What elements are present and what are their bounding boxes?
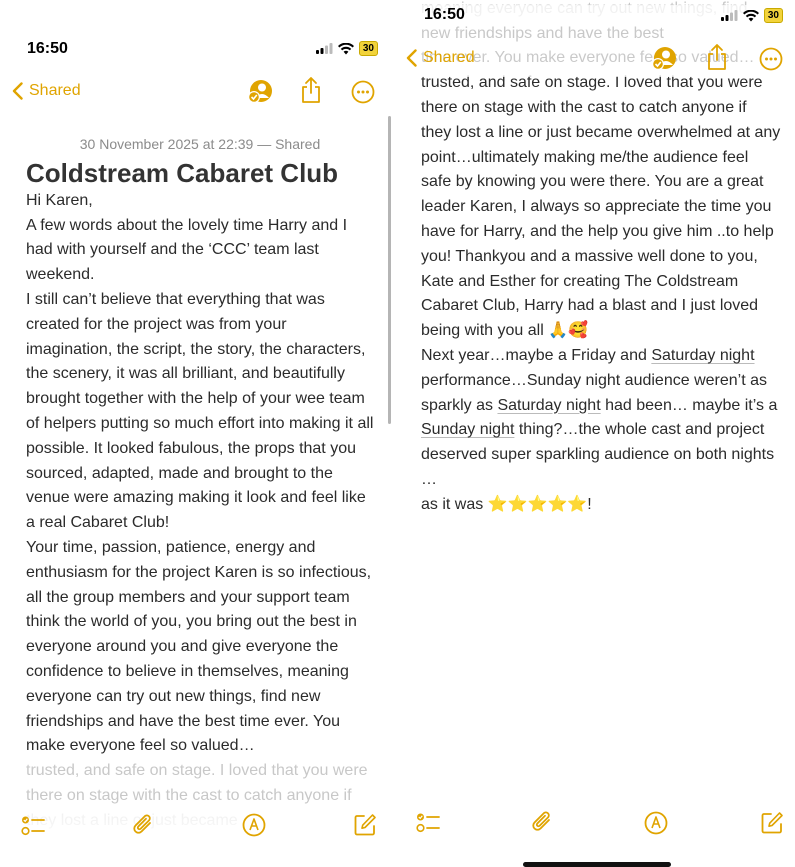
more-icon[interactable]: [759, 47, 783, 71]
note-body[interactable]: 30 November 2025 at 22:39 — Shared Colds…: [26, 132, 374, 834]
pen-markup-icon[interactable]: [242, 813, 266, 837]
status-bar: 16:50 30: [397, 5, 795, 25]
bottom-toolbar: [0, 808, 392, 848]
status-time: 16:50: [27, 40, 68, 57]
note-paragraph-1: A few words about the lovely time Harry …: [26, 216, 348, 284]
paperclip-icon[interactable]: [530, 809, 554, 835]
chevron-left-icon: [12, 82, 23, 100]
status-time: 16:50: [424, 6, 465, 23]
note-meta: 30 November 2025 at 22:39 — Shared: [79, 136, 321, 152]
scrollbar[interactable]: [388, 116, 391, 424]
date-link-sunday[interactable]: Sunday night: [421, 421, 514, 438]
chevron-left-icon: [406, 49, 417, 67]
checklist-icon[interactable]: [21, 814, 45, 838]
home-indicator[interactable]: [523, 862, 671, 867]
note-screen-left: 16:50 30 Shared 30 November 2025 at 22:3…: [0, 0, 392, 867]
wifi-icon: [337, 42, 354, 54]
note-greeting: Hi Karen,: [26, 191, 93, 209]
signal-icon: [315, 43, 333, 54]
note-screen-right: everyone the confidence to believe in th…: [397, 0, 795, 867]
bottom-toolbar: [397, 808, 795, 848]
date-link-saturday[interactable]: Saturday night: [651, 347, 754, 364]
paperclip-icon[interactable]: [131, 812, 155, 838]
compose-icon[interactable]: [760, 811, 784, 835]
status-icons: 30: [720, 8, 783, 23]
back-label: Shared: [29, 82, 81, 99]
note-paragraph-3: Your time, passion, patience, energy and…: [26, 538, 372, 755]
compose-icon[interactable]: [353, 813, 377, 837]
text-run: had been… maybe it’s a: [600, 396, 778, 414]
more-icon[interactable]: [351, 80, 375, 104]
battery-indicator: 30: [763, 8, 783, 23]
nav-bar: Shared: [0, 76, 392, 110]
note-paragraph-stars: as it was ⭐⭐⭐⭐⭐!: [421, 495, 592, 513]
note-body-continued[interactable]: everyone the confidence to believe in th…: [421, 0, 781, 518]
checklist-icon[interactable]: [416, 811, 440, 835]
note-title: Coldstream Cabaret Club: [26, 157, 339, 188]
text-run: Next year…maybe a Friday and: [421, 346, 652, 364]
back-label: Shared: [423, 49, 475, 66]
note-paragraph-next-year: Next year…maybe a Friday and Saturday ni…: [421, 344, 781, 493]
note-paragraph-2: I still can’t believe that everything th…: [26, 290, 374, 532]
status-icons: 30: [315, 41, 378, 56]
nav-bar: Shared: [397, 43, 795, 77]
back-button[interactable]: Shared: [12, 82, 81, 100]
back-button[interactable]: Shared: [406, 49, 475, 67]
person-share-icon[interactable]: [651, 45, 677, 73]
wifi-icon: [742, 9, 759, 21]
date-link-saturday-2[interactable]: Saturday night: [497, 397, 600, 414]
share-icon[interactable]: [300, 76, 322, 104]
battery-indicator: 30: [358, 41, 378, 56]
note-paragraph-continued: time ever. You make everyone feel so val…: [421, 49, 781, 340]
signal-icon: [720, 10, 738, 21]
pen-markup-icon[interactable]: [644, 811, 668, 835]
person-share-icon[interactable]: [247, 78, 273, 106]
share-icon[interactable]: [706, 43, 728, 71]
status-bar: 16:50 30: [0, 40, 392, 60]
